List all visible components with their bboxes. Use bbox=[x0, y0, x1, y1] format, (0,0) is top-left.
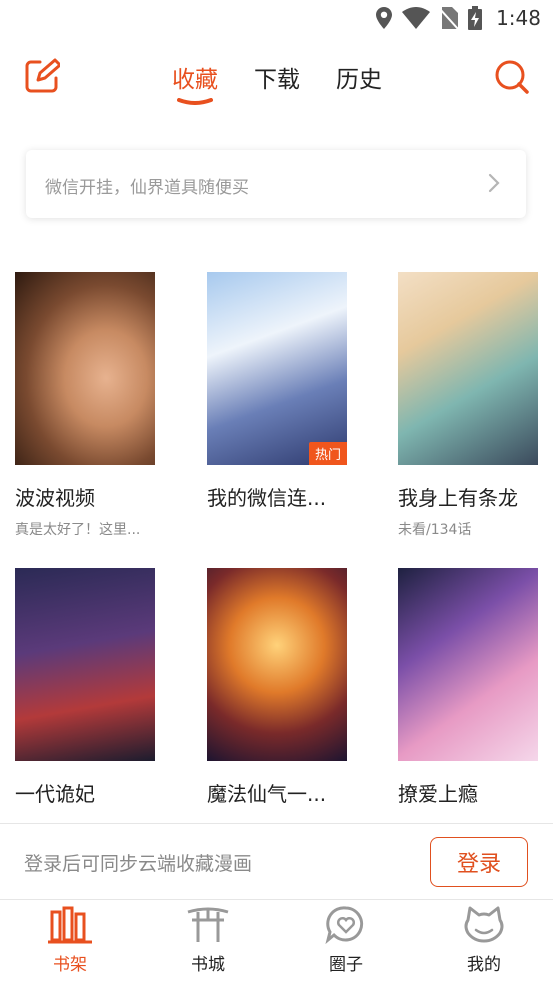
edit-icon bbox=[25, 58, 62, 93]
comic-cover bbox=[398, 272, 538, 465]
circle-heart-icon bbox=[325, 906, 364, 944]
comic-cover bbox=[15, 568, 155, 761]
nav-label: 书架 bbox=[53, 955, 87, 975]
top-nav: 收藏 下载 历史 bbox=[0, 48, 553, 108]
tab-downloads[interactable]: 下载 bbox=[254, 60, 300, 94]
notice-text: 微信开挂，仙界道具随便买 bbox=[45, 178, 249, 198]
wifi-icon bbox=[402, 7, 431, 29]
comic-card[interactable]: 波波视频 真是太好了！这里... bbox=[15, 272, 175, 539]
comic-title: 魔法仙气一... bbox=[207, 782, 327, 806]
comic-card[interactable]: 热门 我的微信连... bbox=[207, 272, 367, 511]
comic-card[interactable]: 魔法仙气一... bbox=[207, 568, 367, 807]
nav-label: 圈子 bbox=[329, 955, 363, 975]
tab-active-indicator bbox=[177, 98, 213, 105]
comic-subtitle: 真是太好了！这里... bbox=[15, 522, 141, 538]
search-icon bbox=[495, 60, 529, 94]
comic-cover: 热门 bbox=[207, 272, 347, 465]
comic-title: 一代诡妃 bbox=[15, 782, 95, 806]
comic-cover bbox=[207, 568, 347, 761]
tab-label: 历史 bbox=[336, 67, 382, 93]
location-icon bbox=[376, 7, 393, 29]
comic-title: 波波视频 bbox=[15, 486, 95, 510]
bottom-nav: 书架 书城 圈子 我的 bbox=[0, 899, 553, 984]
nav-item-bookshelf[interactable]: 书架 bbox=[30, 906, 110, 975]
comic-title: 撩爱上瘾 bbox=[398, 782, 478, 806]
notice-banner[interactable]: 微信开挂，仙界道具随便买 bbox=[26, 150, 526, 218]
bookstore-icon bbox=[187, 907, 229, 942]
comic-card[interactable]: 我身上有条龙 未看/134话 bbox=[398, 272, 553, 539]
no-sim-icon bbox=[440, 7, 459, 29]
tab-bar: 收藏 下载 历史 bbox=[172, 60, 382, 105]
comic-title: 我的微信连... bbox=[207, 486, 327, 510]
edit-button[interactable] bbox=[24, 58, 62, 94]
nav-label: 我的 bbox=[467, 955, 501, 975]
nav-label: 书城 bbox=[191, 955, 225, 975]
comic-cover bbox=[15, 272, 155, 465]
nav-item-circle[interactable]: 圈子 bbox=[306, 906, 386, 975]
login-prompt-bar: 登录后可同步云端收藏漫画 登录 bbox=[0, 823, 553, 900]
tab-favorites[interactable]: 收藏 bbox=[172, 60, 218, 105]
hot-badge: 热门 bbox=[308, 442, 347, 465]
tab-history[interactable]: 历史 bbox=[336, 60, 382, 94]
login-button[interactable]: 登录 bbox=[430, 837, 528, 887]
tab-label: 下载 bbox=[254, 67, 300, 93]
cat-profile-icon bbox=[464, 906, 504, 943]
search-button[interactable] bbox=[493, 58, 529, 94]
comic-cover bbox=[398, 568, 538, 761]
login-prompt-text: 登录后可同步云端收藏漫画 bbox=[24, 853, 253, 875]
comic-title: 我身上有条龙 bbox=[398, 486, 518, 510]
chevron-right-icon bbox=[488, 173, 500, 193]
nav-item-profile[interactable]: 我的 bbox=[444, 906, 524, 975]
comic-card[interactable]: 撩爱上瘾 bbox=[398, 568, 553, 807]
bookshelf-icon bbox=[48, 906, 92, 944]
comic-subtitle: 未看/134话 bbox=[398, 522, 472, 538]
battery-charging-icon bbox=[468, 6, 483, 30]
status-time: 1:48 bbox=[496, 6, 541, 30]
nav-item-bookstore[interactable]: 书城 bbox=[168, 906, 248, 975]
status-bar: 1:48 bbox=[0, 0, 553, 38]
tab-label: 收藏 bbox=[172, 67, 218, 93]
comic-card[interactable]: 一代诡妃 bbox=[15, 568, 175, 807]
